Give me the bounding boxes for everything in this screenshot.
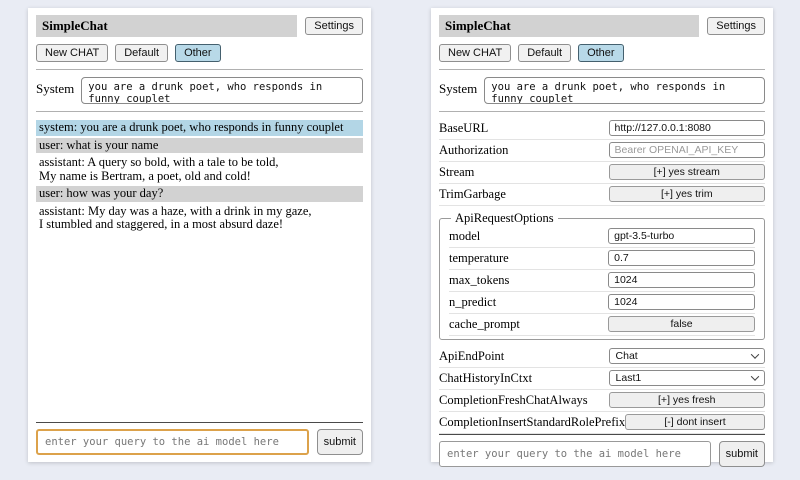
settings-row-temperature: temperature [449, 248, 755, 270]
query-input[interactable] [439, 441, 711, 467]
chat-message-user: user: how was your day? [36, 186, 363, 202]
settings-label: ChatHistoryInCtxt [439, 371, 609, 386]
divider [439, 111, 765, 112]
settings-label: temperature [449, 251, 608, 266]
settings-label: TrimGarbage [439, 187, 609, 202]
selected-option: Last1 [616, 372, 642, 384]
submit-button[interactable]: submit [317, 429, 363, 455]
chat-message-list: system: you are a drunk poet, who respon… [36, 120, 363, 235]
settings-toggle-button[interactable]: [+] yes trim [609, 186, 765, 202]
session-button-new-chat[interactable]: New CHAT [36, 44, 108, 62]
query-input[interactable] [36, 429, 309, 455]
settings-input[interactable] [608, 250, 755, 266]
settings-input[interactable] [608, 228, 755, 244]
settings-input[interactable] [609, 142, 765, 158]
divider [36, 111, 363, 112]
spacer [36, 235, 363, 423]
settings-input[interactable] [608, 272, 755, 288]
session-button-new-chat[interactable]: New CHAT [439, 44, 511, 62]
settings-row-model: model [449, 226, 755, 248]
settings-row-chathistoryinctxt: ChatHistoryInCtxt Last1 [439, 368, 765, 390]
settings-label: CompletionInsertStandardRolePrefix [439, 415, 625, 430]
settings-row-completionfreshchatalways: CompletionFreshChatAlways[+] yes fresh [439, 390, 765, 412]
settings-toggle-button[interactable]: false [608, 316, 755, 332]
settings-row-max_tokens: max_tokens [449, 270, 755, 292]
system-prompt-row: System you are a drunk poet, who respond… [36, 77, 363, 104]
system-label: System [36, 77, 74, 104]
divider [439, 434, 765, 435]
settings-rows-top: BaseURL Authorization Stream[+] yes stream… [439, 118, 765, 206]
settings-row-stream: Stream[+] yes stream [439, 162, 765, 184]
api-request-options-fieldset: ApiRequestOptions model temperature max_to… [439, 211, 765, 340]
settings-button[interactable]: Settings [305, 17, 363, 35]
query-row: submit [439, 441, 765, 467]
divider [439, 69, 765, 70]
settings-rows-fieldset: model temperature max_tokens n_predictcache… [449, 226, 755, 336]
settings-input[interactable] [609, 120, 765, 136]
system-prompt-input[interactable]: you are a drunk poet, who responds in fu… [81, 77, 363, 104]
settings-row-trimgarbage: TrimGarbage[+] yes trim [439, 184, 765, 206]
simplechat-panel-settings: SimpleChat Settings New CHAT Default Other… [431, 8, 773, 462]
simplechat-panel-chat: SimpleChat Settings New CHAT Default Other… [28, 8, 371, 462]
settings-label: n_predict [449, 295, 608, 310]
session-button-default[interactable]: Default [518, 44, 571, 62]
settings-label: max_tokens [449, 273, 608, 288]
settings-label: model [449, 229, 608, 244]
settings-label: CompletionFreshChatAlways [439, 393, 609, 408]
settings-row-cache_prompt: cache_promptfalse [449, 314, 755, 336]
settings-select[interactable]: Chat [609, 348, 765, 364]
system-prompt-row: System you are a drunk poet, who respond… [439, 77, 765, 104]
header: SimpleChat Settings [439, 15, 765, 37]
settings-row-n_predict: n_predict [449, 292, 755, 314]
app-title: SimpleChat [439, 15, 699, 37]
settings-label: cache_prompt [449, 317, 608, 332]
chat-message-system: system: you are a drunk poet, who respon… [36, 120, 363, 136]
fieldset-legend: ApiRequestOptions [451, 211, 558, 226]
session-button-default[interactable]: Default [115, 44, 168, 62]
session-buttons: New CHAT Default Other [36, 44, 363, 62]
settings-button[interactable]: Settings [707, 17, 765, 35]
settings-input[interactable] [608, 294, 755, 310]
session-button-other[interactable]: Other [578, 44, 624, 62]
settings-toggle-button[interactable]: [-] dont insert [625, 414, 765, 430]
submit-button[interactable]: submit [719, 441, 765, 467]
chevron-down-icon [751, 372, 759, 380]
system-label: System [439, 77, 477, 104]
app-title: SimpleChat [36, 15, 297, 37]
settings-row-completioninsertstandardroleprefix: CompletionInsertStandardRolePrefix[-] do… [439, 412, 765, 434]
settings-select[interactable]: Last1 [609, 370, 765, 386]
chat-message-user: user: what is your name [36, 138, 363, 154]
settings-rows-bottom: ApiEndPoint Chat ChatHistoryInCtxt Last1 Com… [439, 346, 765, 434]
settings-label: ApiEndPoint [439, 349, 609, 364]
selected-option: Chat [616, 350, 638, 362]
divider [36, 69, 363, 70]
system-prompt-input[interactable]: you are a drunk poet, who responds in fu… [484, 77, 765, 104]
header: SimpleChat Settings [36, 15, 363, 37]
settings-row-apiendpoint: ApiEndPoint Chat [439, 346, 765, 368]
session-buttons: New CHAT Default Other [439, 44, 765, 62]
settings-row-baseurl: BaseURL [439, 118, 765, 140]
query-row: submit [36, 429, 363, 455]
chat-message-assistant: assistant: My day was a haze, with a dri… [36, 204, 363, 233]
settings-label: Stream [439, 165, 609, 180]
settings-label: BaseURL [439, 121, 609, 136]
settings-toggle-button[interactable]: [+] yes stream [609, 164, 765, 180]
chevron-down-icon [751, 350, 759, 358]
chat-message-assistant: assistant: A query so bold, with a tale … [36, 155, 363, 184]
settings-toggle-button[interactable]: [+] yes fresh [609, 392, 765, 408]
settings-label: Authorization [439, 143, 609, 158]
session-button-other[interactable]: Other [175, 44, 221, 62]
settings-row-authorization: Authorization [439, 140, 765, 162]
divider [36, 422, 363, 423]
